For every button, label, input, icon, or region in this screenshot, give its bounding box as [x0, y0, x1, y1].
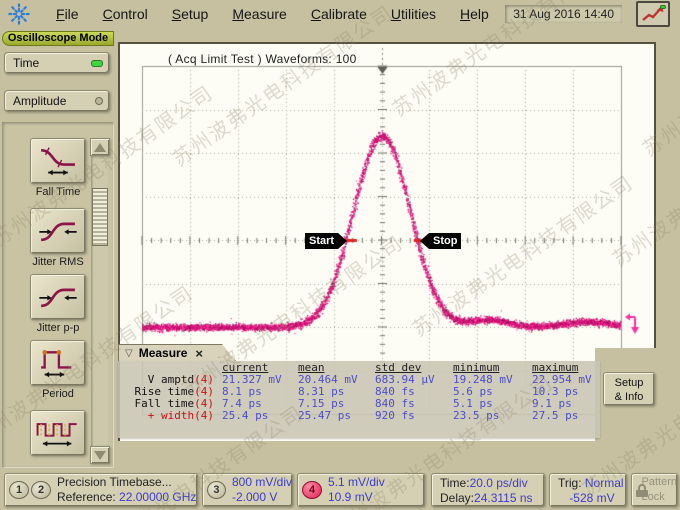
pattern-label: Pattern — [642, 475, 677, 490]
jitter-rms-button[interactable] — [30, 208, 86, 254]
ch4-offset: 10.9 mV — [328, 490, 385, 505]
amplitude-dropdown-label: Amplitude — [13, 94, 66, 108]
timebase-line1: Precision Timebase... — [57, 475, 196, 490]
fall-time-button[interactable] — [30, 138, 86, 184]
period-icon — [34, 343, 82, 383]
channel-1-badge[interactable]: 1 — [9, 481, 29, 499]
menu-setup[interactable]: Setup — [172, 6, 209, 22]
channel-4-panel[interactable]: 4 5.1 mV/div 10.9 mV — [297, 473, 425, 507]
measure-table: currentmeanstd devminimummaximumV amptd(… — [118, 362, 600, 422]
time-value: 20.0 ps/div — [470, 476, 528, 490]
tie-button[interactable] — [30, 410, 86, 456]
up-arrow-icon — [94, 143, 106, 152]
delay-value: 24.3115 ns — [474, 491, 533, 505]
fall-time-icon — [34, 142, 82, 180]
close-icon[interactable]: × — [195, 346, 203, 361]
timebase-panel[interactable]: 1 2 Precision Timebase... Reference: 22.… — [4, 473, 198, 507]
scroll-up-button[interactable] — [90, 138, 110, 156]
ch4-scale: 5.1 mV/div — [328, 475, 385, 490]
measure-value: 23.5 ps — [453, 410, 532, 422]
lock-icon — [636, 484, 639, 497]
time-dropdown[interactable]: Time — [4, 52, 110, 74]
status-bar: 1 2 Precision Timebase... Reference: 22.… — [0, 470, 680, 510]
measure-value: 920 fs — [375, 410, 453, 422]
sidebar-scrollbar[interactable] — [90, 138, 110, 464]
reference-value: 22.00000 GHz — [119, 490, 196, 504]
acq-limit-header: ( Acq Limit Test ) Waveforms: 100 — [168, 52, 357, 66]
agilent-spark-icon — [6, 1, 32, 27]
menu-measure[interactable]: Measure — [232, 6, 286, 22]
jitter-pp-button[interactable] — [30, 274, 86, 320]
channel-3-badge[interactable]: 3 — [207, 481, 226, 499]
down-arrow-icon — [94, 451, 106, 460]
trigger-panel[interactable]: Trig: Normal -528 mV — [549, 473, 627, 507]
menu-calibrate[interactable]: Calibrate — [311, 6, 367, 22]
collapse-triangle-icon[interactable]: ▽ — [125, 348, 133, 359]
measure-tab-label: Measure — [139, 346, 188, 360]
menu-help[interactable]: Help — [460, 6, 489, 22]
jitter-rms-icon — [34, 212, 82, 250]
measure-value: 25.4 ps — [222, 410, 298, 422]
time-label: Time: — [440, 476, 470, 490]
stop-marker-flag[interactable]: Stop — [429, 233, 461, 249]
time-led-on — [91, 60, 103, 67]
scroll-thumb[interactable] — [92, 188, 108, 246]
jitter-pp-icon — [34, 278, 82, 316]
trig-level: -528 mV — [558, 491, 626, 506]
menu-bar: File Control Setup Measure Calibrate Uti… — [0, 0, 680, 28]
datetime-display: 31 Aug 2016 14:40 — [505, 5, 622, 23]
amplitude-dropdown[interactable]: Amplitude — [4, 90, 110, 112]
dialog-area-bottom — [115, 441, 680, 470]
scroll-track[interactable] — [91, 156, 109, 446]
setup-info-button[interactable]: Setup & Info — [603, 372, 655, 406]
measure-results-panel: currentmeanstd devminimummaximumV amptd(… — [118, 361, 600, 438]
setup-info-line1: Setup — [604, 376, 654, 390]
oscilloscope-screen: File Control Setup Measure Calibrate Uti… — [0, 0, 680, 510]
monitor-led — [660, 5, 666, 9]
measure-value: 27.5 ps — [532, 410, 598, 422]
signal-monitor-icon[interactable] — [636, 1, 670, 27]
fall-time-label: Fall Time — [26, 186, 90, 198]
measure-row: + width(4)25.4 ps25.47 ps920 fs23.5 ps27… — [118, 410, 600, 422]
start-marker-flag[interactable]: Start — [305, 233, 338, 249]
scroll-down-button[interactable] — [90, 446, 110, 464]
menu-file[interactable]: File — [56, 6, 79, 22]
menu-control[interactable]: Control — [103, 6, 148, 22]
trig-label: Trig: — [558, 476, 585, 490]
measure-value: 25.47 ps — [298, 410, 375, 422]
pattern-lock-button[interactable]: Pattern Lock — [631, 473, 678, 507]
setup-info-line2: & Info — [604, 390, 654, 404]
period-label: Period — [26, 388, 90, 400]
jitter-rms-label: Jitter RMS — [26, 256, 90, 268]
ch3-offset: -2.000 V — [232, 490, 292, 505]
trig-mode: Normal — [585, 476, 624, 490]
oscilloscope-mode-header: Oscilloscope Mode — [2, 31, 114, 46]
delay-label: Delay: — [440, 491, 474, 505]
channel-3-panel[interactable]: 3 800 mV/div -2.000 V — [202, 473, 293, 507]
measure-tab[interactable]: ▽ Measure × — [118, 344, 236, 361]
menu-utilities[interactable]: Utilities — [391, 6, 436, 22]
channel-2-badge[interactable]: 2 — [31, 481, 51, 499]
measure-row-label: + width(4) — [118, 410, 222, 422]
horizontal-panel[interactable]: Time:20.0 ps/div Delay:24.3115 ns — [431, 473, 545, 507]
jitter-pp-label: Jitter p-p — [26, 322, 90, 334]
reference-label: Reference: — [57, 490, 119, 504]
ch3-scale: 800 mV/div — [232, 475, 292, 490]
pulse-train-icon — [34, 413, 82, 453]
amplitude-led-off — [95, 97, 103, 105]
time-dropdown-label: Time — [13, 56, 39, 70]
measurement-button-panel: Fall Time Jitter RMS Jitter p-p — [2, 122, 114, 468]
period-button[interactable] — [30, 340, 86, 386]
channel-4-badge[interactable]: 4 — [302, 481, 322, 499]
